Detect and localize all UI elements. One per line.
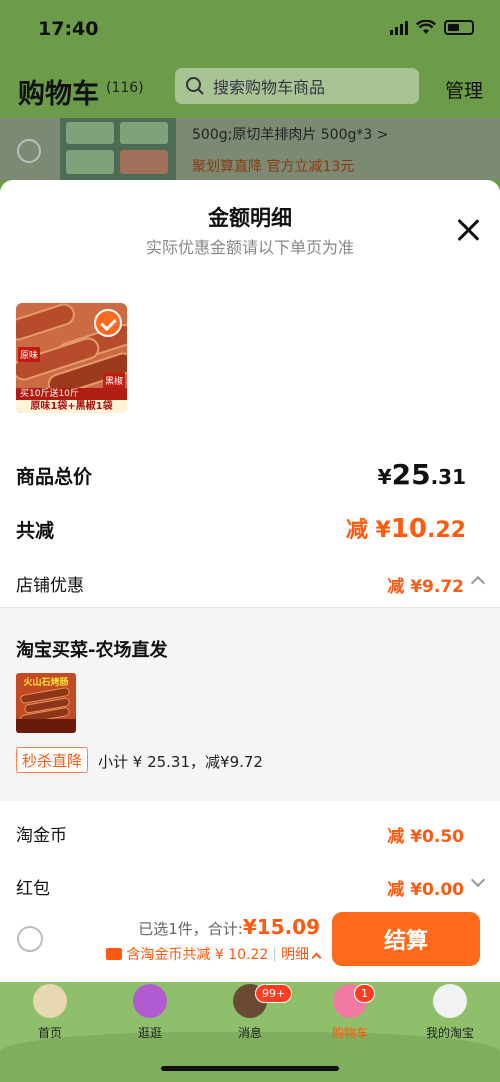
select-all-radio[interactable] (17, 926, 43, 952)
checkout-total: 15.09 (256, 915, 320, 939)
shop-discount-value[interactable]: 减 ¥9.72 (387, 572, 464, 597)
manage-button[interactable]: 管理 (445, 76, 483, 103)
search-placeholder: 搜索购物车商品 (213, 78, 326, 97)
chevron-down-icon[interactable] (470, 872, 486, 888)
page-title: 购物车 (18, 79, 99, 110)
home-icon (33, 984, 67, 1018)
status-bar: 17:40 (0, 0, 500, 58)
shop-name: 淘宝买菜-农场直发 (16, 640, 168, 661)
item-select-radio[interactable] (17, 139, 41, 163)
taojinbi-value: 减 ¥0.50 (387, 827, 464, 847)
item-spec[interactable]: 500g;原切羊排肉片 500g*3 > (192, 124, 388, 144)
hongbao-label[interactable]: 红包 (16, 874, 50, 899)
checkout-summary: 已选1件，合计:¥15.09 (138, 915, 320, 939)
chevron-up-icon[interactable] (311, 952, 322, 962)
selected-check-icon (94, 309, 122, 337)
checkout-bar: 已选1件，合计:¥15.09 含淘金币共减 ¥ 10.22 | 明细 结算 (0, 905, 500, 982)
detail-link[interactable]: 明细 (281, 944, 309, 964)
total-price-value: ¥25.31 (377, 458, 466, 491)
search-input[interactable]: 搜索购物车商品 (175, 68, 419, 104)
shop-item-thumbnail[interactable]: 火山石烤肠 (16, 673, 76, 733)
close-icon[interactable] (456, 218, 480, 242)
chevron-up-icon[interactable] (470, 575, 486, 591)
browse-icon (133, 984, 167, 1018)
coupon-icon (106, 948, 123, 960)
total-reduce-value: 减 ¥10.22 (345, 514, 466, 544)
shop-subtotal: 小计 ¥ 25.31，减¥9.72 (98, 753, 263, 771)
taojinbi-label: 淘金币 (16, 826, 67, 846)
product-promo-band: 买10斤送10斤 (16, 388, 127, 400)
tab-cart[interactable]: 1 购物车 (300, 982, 400, 1046)
status-time: 17:40 (38, 18, 99, 40)
product-variant-band: 原味1袋+黑椒1袋 (16, 400, 127, 413)
checkout-discount-row[interactable]: 含淘金币共减 ¥ 10.22 | 明细 (106, 944, 322, 964)
sheet-subtitle: 实际优惠金额请以下单页为准 (145, 238, 354, 257)
sheet-title: 金额明细 (208, 206, 292, 230)
home-indicator (161, 1066, 339, 1071)
wifi-icon (416, 20, 436, 34)
cart-header: 购物车 (116) 搜索购物车商品 管理 (0, 58, 500, 118)
total-reduce-label: 共减 (16, 520, 55, 542)
product-image[interactable]: 原味 黑椒 买10斤送10斤 原味1袋+黑椒1袋 (16, 303, 127, 413)
status-icons (390, 20, 474, 35)
flash-sale-badge: 秒杀直降 (16, 747, 89, 773)
tab-browse[interactable]: 逛逛 (100, 982, 200, 1046)
total-price-label: 商品总价 (16, 466, 93, 488)
cart-count: (116) (106, 80, 144, 96)
search-icon (186, 77, 204, 95)
shop-discount-label[interactable]: 店铺优惠 (16, 571, 84, 596)
checkout-discount: 含淘金币共减 ¥ 10.22 (126, 947, 269, 963)
checkout-button[interactable]: 结算 (332, 912, 480, 966)
tab-my-taobao[interactable]: 我的淘宝 (400, 982, 500, 1046)
amount-detail-sheet: 金额明细 实际优惠金额请以下单页为准 原味 黑椒 买10斤送10斤 原味1袋+黑… (0, 180, 500, 905)
item-thumbnail[interactable] (60, 118, 176, 180)
hongbao-value[interactable]: 减 ¥0.00 (387, 875, 464, 900)
battery-icon (444, 20, 474, 35)
tab-home[interactable]: 首页 (0, 982, 100, 1046)
cart-item-background: 500g;原切羊排肉片 500g*3 > 聚划算直降 官方立减13元 (0, 118, 500, 180)
item-promo: 聚划算直降 官方立减13元 (192, 159, 355, 175)
profile-icon (433, 984, 467, 1018)
flavor-tag-original: 原味 (18, 347, 41, 362)
shop-discount-detail: 淘宝买菜-农场直发 火山石烤肠 秒杀直降 小计 ¥ 25.31，减¥9.72 (0, 607, 500, 801)
cellular-signal-icon (390, 20, 408, 35)
flavor-tag-pepper: 黑椒 (102, 373, 125, 388)
tab-messages[interactable]: 99+ 消息 (200, 982, 300, 1046)
messages-badge: 99+ (255, 984, 293, 1003)
cart-badge: 1 (354, 984, 375, 1003)
